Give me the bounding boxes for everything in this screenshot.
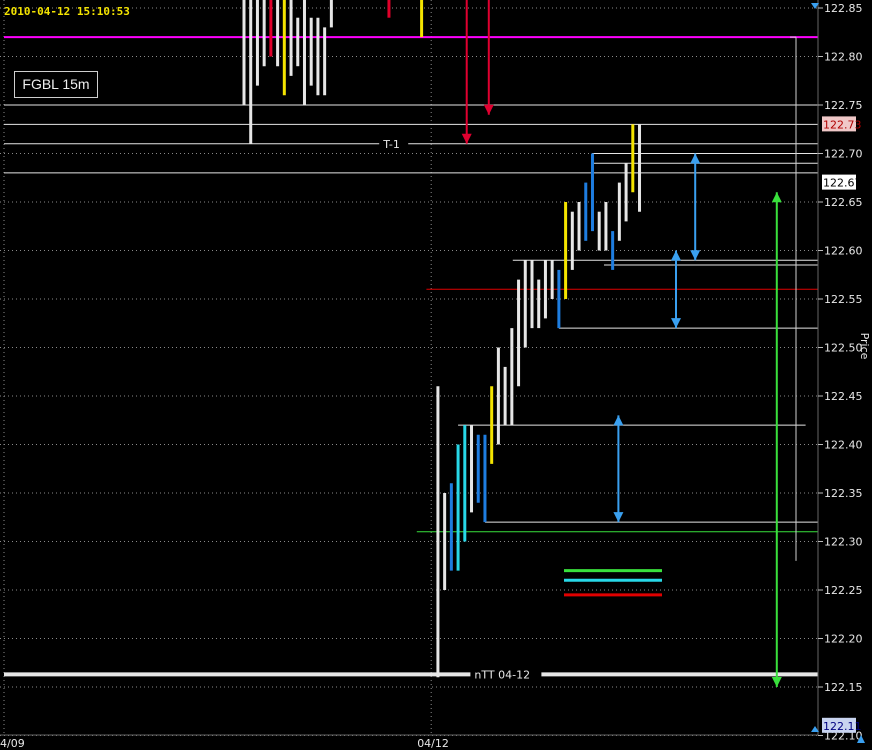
- price-tick-label: 122.65: [824, 196, 863, 209]
- price-tick-label: 122.15: [824, 681, 863, 694]
- price-tick-label: 122.40: [824, 439, 863, 452]
- price-tick-label: 122.30: [824, 536, 863, 549]
- price-tick-label: 122.55: [824, 293, 863, 306]
- price-marker-label: 122.67: [823, 177, 862, 190]
- price-tick-label: 122.85: [824, 2, 863, 15]
- price-tick-label: 122.80: [824, 51, 863, 64]
- price-chart[interactable]: T-1 nTT 04-12 122.85 122.80 122.75 122.70 122…: [0, 0, 872, 750]
- price-marker-label: 122.11: [823, 720, 862, 733]
- price-tick-label: 122.60: [824, 245, 863, 258]
- price-tick-label: 122.70: [824, 148, 863, 161]
- price-axis-title: Price: [858, 333, 871, 360]
- level-label: nTT 04-12: [474, 668, 530, 681]
- price-tick-label: 122.50: [824, 342, 863, 355]
- chart-timestamp: 2010-04-12 15:10:53: [4, 5, 130, 18]
- price-tick-label: 122.35: [824, 487, 863, 500]
- time-tick-label: 4/09: [0, 737, 25, 750]
- plot-background: [0, 0, 872, 750]
- price-tick-label: 122.25: [824, 584, 863, 597]
- price-tick-label: 122.45: [824, 390, 863, 403]
- symbol-label: FGBL 15m: [14, 71, 98, 98]
- price-tick-label: 122.20: [824, 633, 863, 646]
- level-label: T-1: [382, 138, 400, 151]
- price-marker-label: 122.73: [823, 118, 862, 131]
- price-tick-label: 122.75: [824, 99, 863, 112]
- time-tick-label: 04/12: [417, 737, 449, 750]
